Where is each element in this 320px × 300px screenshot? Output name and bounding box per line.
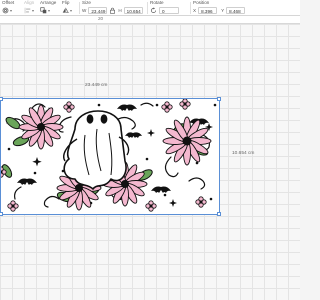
width-dimension-label: 23.449 cm: [85, 83, 108, 88]
align-icon: [24, 7, 31, 13]
size-label: Size: [82, 0, 91, 5]
size-group: Size W 23.449 H 10.654: [82, 0, 148, 16]
arrange-group: Arrange ▾: [40, 0, 62, 16]
top-ruler: 20: [0, 16, 300, 24]
rotate-group: Rotate 0: [150, 0, 186, 16]
width-field[interactable]: 23.449: [88, 6, 108, 14]
flip-label: Flip: [62, 0, 70, 5]
rotate-label: Rotate: [150, 0, 164, 5]
height-field[interactable]: 10.654: [123, 6, 143, 14]
y-field[interactable]: 8.468: [226, 6, 246, 14]
resize-handle-bottom-left[interactable]: [0, 212, 3, 216]
offset-group: Offset ▾: [2, 0, 22, 16]
position-label: Position: [193, 0, 210, 5]
lock-icon[interactable]: [109, 7, 116, 14]
ghost-figure: [63, 110, 130, 190]
selected-design[interactable]: [0, 97, 221, 216]
position-group: Position X 8.396 Y 8.468: [193, 0, 265, 16]
rotate-icon: [151, 6, 156, 13]
resize-handle-top-left[interactable]: [0, 97, 3, 101]
flip-icon: [62, 6, 69, 13]
arrange-label: Arrange: [40, 0, 57, 5]
position-controls: X 8.396 Y 8.468: [193, 6, 246, 14]
toolbar-divider: [147, 2, 148, 14]
resize-handle-top-right[interactable]: [217, 97, 221, 101]
height-dimension-label: 10.654 cm: [232, 151, 255, 156]
chevron-down-icon: ▾: [48, 7, 51, 13]
flip-button[interactable]: ▾: [62, 6, 72, 14]
y-prefix: Y: [221, 7, 225, 13]
x-field[interactable]: 8.396: [198, 6, 218, 14]
offset-button[interactable]: ▾: [2, 6, 12, 14]
edit-toolbar: Offset ▾ Align ▾ Arrange ▾ Flip ▾ Size W…: [0, 0, 300, 16]
width-prefix: W: [82, 7, 87, 13]
rotate-controls: 0: [150, 6, 179, 14]
offset-icon: [2, 7, 9, 13]
align-label: Align: [24, 0, 35, 5]
chevron-down-icon: ▾: [70, 7, 73, 13]
halloween-ghost-design: [1, 99, 217, 212]
chevron-down-icon: ▾: [10, 7, 13, 13]
align-button[interactable]: ▾: [24, 6, 34, 14]
ruler-mark: 20: [98, 16, 104, 21]
x-prefix: X: [193, 7, 197, 13]
size-controls: W 23.449 H 10.654: [82, 6, 143, 14]
height-prefix: H: [118, 7, 122, 13]
resize-handle-bottom-right[interactable]: [217, 212, 221, 216]
flip-group: Flip ▾: [62, 0, 78, 16]
arrange-button[interactable]: ▾: [40, 6, 50, 14]
chevron-down-icon: ▾: [32, 7, 35, 13]
toolbar-divider: [190, 2, 191, 14]
toolbar-divider: [79, 2, 80, 14]
offset-label: Offset: [2, 0, 15, 5]
arrange-icon: [40, 6, 47, 13]
rotate-field[interactable]: 0: [159, 6, 179, 14]
align-group: Align ▾: [24, 0, 38, 16]
